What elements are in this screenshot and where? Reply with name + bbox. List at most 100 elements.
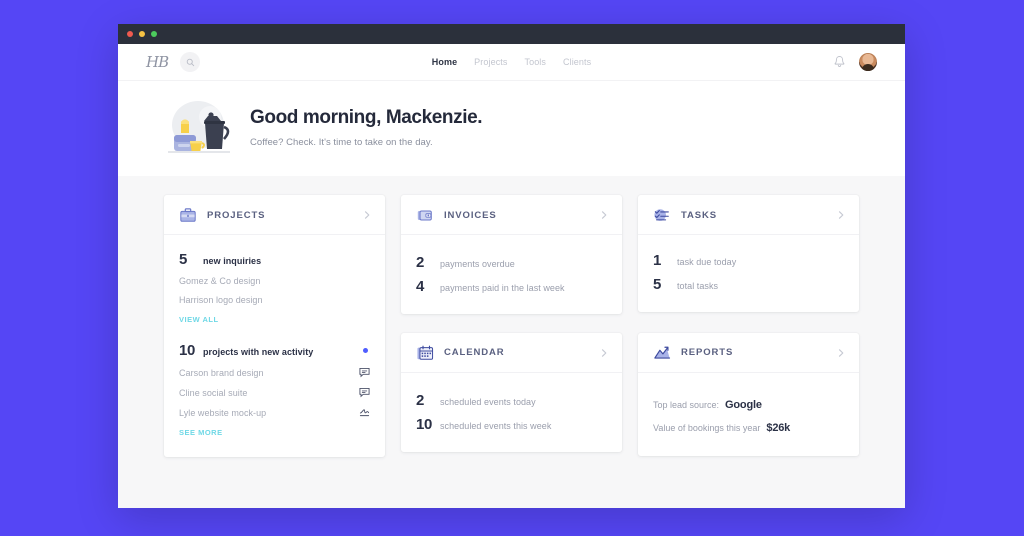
card-projects-header[interactable]: PROJECTS <box>164 195 385 235</box>
comment-icon[interactable] <box>359 387 370 398</box>
chevron-right-icon[interactable] <box>599 210 609 220</box>
card-calendar-title: CALENDAR <box>444 347 505 358</box>
page-title: Good morning, Mackenzie. <box>250 107 483 129</box>
maximize-window-button[interactable] <box>151 31 157 37</box>
card-invoices-title: INVOICES <box>444 209 497 221</box>
calendar-stat-today: 2 scheduled events today <box>416 393 607 408</box>
stat-number: 1 <box>653 252 662 269</box>
close-window-button[interactable] <box>127 31 133 37</box>
list-item[interactable]: Carson brand design <box>179 367 370 378</box>
chart-mountain-icon <box>654 346 671 359</box>
stat-number: 2 <box>416 391 425 409</box>
list-item[interactable]: Cline social suite <box>179 387 370 398</box>
projects-activity-count: 10 <box>179 342 196 359</box>
minimize-window-button[interactable] <box>139 31 145 37</box>
chevron-right-icon[interactable] <box>599 348 609 358</box>
comment-icon[interactable] <box>359 367 370 378</box>
invoices-stat-overdue: 2 payments overdue <box>416 255 607 270</box>
stat-label: scheduled events this week <box>440 420 552 431</box>
window-titlebar <box>118 24 905 44</box>
card-projects-title: PROJECTS <box>207 209 266 221</box>
nav-link-tools[interactable]: Tools <box>524 57 546 67</box>
top-navigation-bar: HB Home Projects Tools Clients <box>118 44 905 80</box>
card-invoices[interactable]: INVOICES 2 payments overdue 4 payments p… <box>401 195 622 314</box>
projects-activity-label: projects with new activity <box>203 347 314 357</box>
card-reports-title: REPORTS <box>681 347 734 358</box>
wallet-icon <box>417 210 432 221</box>
main-nav-links: Home Projects Tools Clients <box>432 57 591 67</box>
projects-inquiries-header: 5 new inquiries <box>179 252 370 267</box>
reports-row-lead-source: Top lead source: Google <box>653 399 844 411</box>
card-tasks[interactable]: TASKS 1 task due today 5 total tasks <box>638 195 859 312</box>
checklist-icon <box>654 209 669 221</box>
signature-icon[interactable] <box>359 407 370 418</box>
chevron-right-icon[interactable] <box>836 348 846 358</box>
projects-inquiries-label: new inquiries <box>203 256 262 266</box>
card-calendar-header[interactable]: CALENDAR <box>401 333 622 373</box>
project-name: Harrison logo design <box>179 295 263 305</box>
card-calendar[interactable]: CALENDAR 2 scheduled events today 10 sch… <box>401 332 622 452</box>
hero-text: Good morning, Mackenzie. Coffee? Check. … <box>250 107 483 150</box>
nav-right-actions <box>833 53 877 71</box>
card-invoices-header[interactable]: INVOICES <box>401 195 622 235</box>
projects-section-inquiries: 5 new inquiries Gomez & Co design Harris… <box>179 252 370 327</box>
view-all-link[interactable]: VIEW ALL <box>179 315 219 324</box>
list-item[interactable]: Harrison logo design <box>179 295 370 305</box>
project-name: Gomez & Co design <box>179 276 261 286</box>
project-name: Cline social suite <box>179 387 248 398</box>
calendar-stat-week: 10 scheduled events this week <box>416 417 607 432</box>
brand-area: HB <box>146 52 201 72</box>
card-projects[interactable]: PROJECTS 5 new inquiries Gomez & Co desi… <box>164 195 385 457</box>
stat-label: scheduled events today <box>440 396 536 407</box>
new-activity-dot-icon <box>363 348 368 353</box>
stat-label: total tasks <box>677 281 719 291</box>
coffee-breakfast-illustration <box>168 100 230 153</box>
tasks-stat-due-today: 1 task due today <box>653 253 844 268</box>
card-tasks-body: 1 task due today 5 total tasks <box>638 235 859 312</box>
search-icon[interactable] <box>180 52 201 72</box>
briefcase-icon <box>180 208 196 222</box>
stat-number: 2 <box>416 254 425 271</box>
projects-section-activity: 10 projects with new activity Carson bra… <box>179 343 370 440</box>
hero-greeting: Good morning, Mackenzie. Coffee? Check. … <box>118 80 905 176</box>
browser-window: HB Home Projects Tools Clients Good morn… <box>118 24 905 508</box>
avatar[interactable] <box>859 53 877 71</box>
list-item[interactable]: Gomez & Co design <box>179 276 370 286</box>
card-projects-body: 5 new inquiries Gomez & Co design Harris… <box>164 235 385 457</box>
reports-row-bookings-value: Value of bookings this year $26k <box>653 422 844 434</box>
app-root: HB Home Projects Tools Clients Good morn… <box>118 44 905 508</box>
stat-number: 5 <box>653 276 662 293</box>
calendar-icon <box>417 345 434 360</box>
stat-label: task due today <box>677 257 737 267</box>
reports-value: Google <box>725 398 762 411</box>
card-tasks-header[interactable]: TASKS <box>638 195 859 235</box>
reports-key: Value of bookings this year <box>653 422 761 433</box>
card-reports-header[interactable]: REPORTS <box>638 333 859 373</box>
nav-link-projects[interactable]: Projects <box>474 57 507 67</box>
stat-label: payments overdue <box>440 259 515 269</box>
nav-link-clients[interactable]: Clients <box>563 57 591 67</box>
reports-value: $26k <box>766 421 791 434</box>
card-reports[interactable]: REPORTS Top lead source: Google Value of… <box>638 332 859 456</box>
list-item[interactable]: Lyle website mock-up <box>179 407 370 418</box>
stat-number: 10 <box>416 415 433 433</box>
chevron-right-icon[interactable] <box>836 210 846 220</box>
card-reports-body: Top lead source: Google Value of booking… <box>638 373 859 456</box>
reports-key: Top lead source: <box>653 399 720 410</box>
card-invoices-body: 2 payments overdue 4 payments paid in th… <box>401 235 622 314</box>
card-calendar-body: 2 scheduled events today 10 scheduled ev… <box>401 373 622 452</box>
bell-icon[interactable] <box>833 55 846 69</box>
see-more-link[interactable]: SEE MORE <box>179 428 223 437</box>
project-name: Carson brand design <box>179 367 264 378</box>
project-name: Lyle website mock-up <box>179 407 267 418</box>
projects-inquiries-count: 5 <box>179 251 188 268</box>
stat-number: 4 <box>416 278 425 295</box>
card-tasks-title: TASKS <box>681 209 717 221</box>
nav-link-home[interactable]: Home <box>432 57 457 67</box>
dashboard-grid: PROJECTS 5 new inquiries Gomez & Co desi… <box>118 176 905 457</box>
logo[interactable]: HB <box>146 54 169 70</box>
invoices-stat-paid: 4 payments paid in the last week <box>416 279 607 294</box>
projects-activity-header: 10 projects with new activity <box>179 343 370 358</box>
chevron-right-icon[interactable] <box>362 210 372 220</box>
stat-label: payments paid in the last week <box>440 283 565 293</box>
